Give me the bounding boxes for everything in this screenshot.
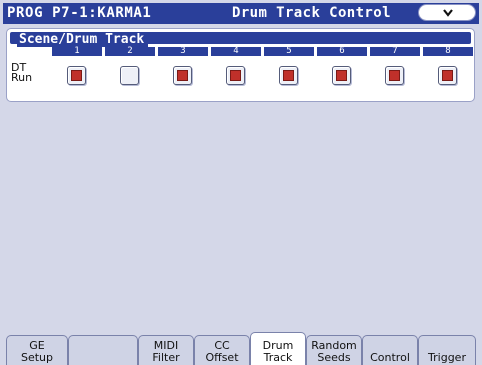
dt-run-checkbox-3[interactable]	[173, 66, 192, 85]
column-number: 5	[264, 47, 314, 56]
tab-midi-filter[interactable]: MIDI Filter	[138, 335, 194, 365]
tab-cc-offset[interactable]: CC Offset	[194, 335, 250, 365]
column-number: 6	[317, 47, 367, 56]
tab-control[interactable]: Control	[362, 335, 418, 365]
tab-label: CC Offset	[205, 339, 239, 364]
dt-run-checkbox-2[interactable]	[120, 66, 139, 85]
chevron-down-icon	[443, 9, 453, 17]
column-number: 3	[158, 47, 208, 56]
tab-label: Control	[370, 351, 410, 364]
dt-run-checkbox-7[interactable]	[385, 66, 404, 85]
check-mark	[389, 70, 400, 81]
tab-drum-track[interactable]: Drum Track	[250, 332, 306, 365]
tab-label: GE Setup	[20, 339, 54, 364]
dt-run-checkbox-5[interactable]	[279, 66, 298, 85]
tab-label: Drum Track	[262, 339, 294, 364]
check-mark	[177, 70, 188, 81]
column-number: 7	[370, 47, 420, 56]
tab-random-seeds[interactable]: Random Seeds	[306, 335, 362, 365]
panel-title: Scene/Drum Track	[17, 32, 149, 47]
dt-run-checkbox-4[interactable]	[226, 66, 245, 85]
panel-header: Scene/Drum Track	[10, 32, 471, 47]
check-mark	[283, 70, 294, 81]
tab-empty[interactable]	[68, 335, 138, 365]
check-mark	[442, 70, 453, 81]
screen: PROG P7-1:KARMA1 Drum Track Control Scen…	[0, 0, 482, 365]
check-mark	[71, 70, 82, 81]
tab-bar: GE Setup MIDI Filter CC Offset Drum Trac…	[3, 331, 479, 365]
dt-run-checkbox-6[interactable]	[332, 66, 351, 85]
title-bar: PROG P7-1:KARMA1 Drum Track Control	[3, 3, 479, 24]
column-number: 4	[211, 47, 261, 56]
dt-run-checkbox-1[interactable]	[67, 66, 86, 85]
scene-drum-track-panel: Scene/Drum Track 1 2 3 4 5 6 7 8 DT Run	[6, 28, 475, 102]
row-label-line-2: Run	[11, 71, 33, 84]
row-label-dt-run: DT Run	[11, 62, 33, 84]
tab-label: Random Seeds	[311, 339, 357, 364]
column-number: 2	[105, 47, 155, 56]
column-number: 8	[423, 47, 473, 56]
column-headers: 1 2 3 4 5 6 7 8	[52, 47, 473, 56]
tab-label: Trigger	[428, 351, 466, 364]
tab-label: MIDI Filter	[152, 339, 180, 364]
tab-ge-setup[interactable]: GE Setup	[6, 335, 68, 365]
check-mark	[336, 70, 347, 81]
column-number: 1	[52, 47, 102, 56]
tab-trigger[interactable]: Trigger	[418, 335, 476, 365]
page-title: Drum Track Control	[232, 5, 391, 21]
program-name: PROG P7-1:KARMA1	[7, 5, 152, 21]
page-menu-button[interactable]	[418, 4, 476, 21]
dt-run-checkbox-8[interactable]	[438, 66, 457, 85]
check-mark	[230, 70, 241, 81]
